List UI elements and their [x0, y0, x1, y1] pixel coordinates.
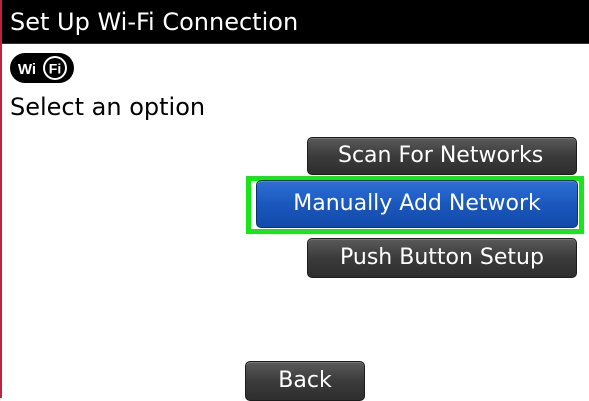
manually-add-network-button[interactable]: Manually Add Network — [256, 180, 578, 228]
select-option-label: Select an option — [10, 93, 206, 121]
wifi-setup-screen: Set Up Wi-Fi Connection Wi Fi Select an … — [0, 0, 589, 401]
scan-for-networks-button[interactable]: Scan For Networks — [307, 137, 577, 175]
push-button-setup-button[interactable]: Push Button Setup — [307, 238, 577, 278]
wifi-logo-left-text: Wi — [18, 61, 36, 78]
wifi-logo-icon: Wi Fi — [10, 53, 74, 83]
page-title: Set Up Wi-Fi Connection — [2, 0, 589, 44]
back-button[interactable]: Back — [245, 361, 365, 401]
wifi-logo-right-text: Fi — [49, 61, 61, 77]
